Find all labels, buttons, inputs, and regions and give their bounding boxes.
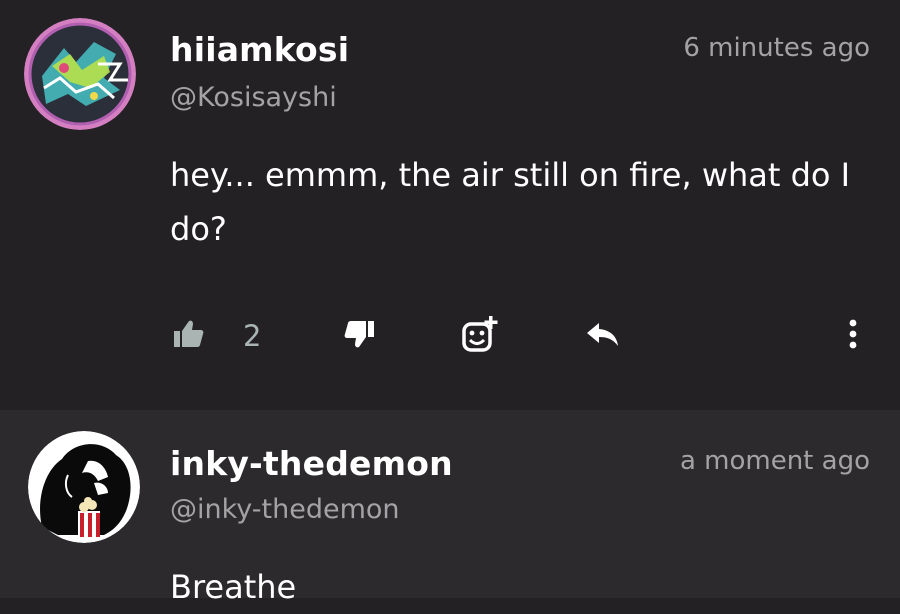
reply-icon [585,319,621,353]
avatar[interactable] [24,18,136,130]
add-reaction-button[interactable] [458,316,502,356]
reply-button[interactable] [584,316,622,356]
comment-username[interactable]: inky-thedemon [170,444,453,483]
comment-handle[interactable]: @Kosisayshi [170,82,337,113]
comment-text: hey... emmm, the air still on fire, what… [170,156,851,248]
thumbs-down-icon [344,319,376,353]
like-count: 2 [243,319,262,353]
thumbs-up-icon [172,319,204,353]
comment-username[interactable]: hiiamkosi [170,30,349,69]
comment-timestamp: 6 minutes ago [683,33,870,63]
comment-text: Breathe [170,568,297,606]
add-emoji-icon [460,314,500,358]
avatar[interactable] [28,431,140,543]
dislike-button[interactable] [342,316,378,356]
more-icon [848,318,858,354]
comment-handle[interactable]: @inky-thedemon [170,494,400,525]
more-options-button[interactable] [840,316,866,356]
comment-timestamp: a moment ago [679,446,870,476]
like-button[interactable] [170,316,206,356]
